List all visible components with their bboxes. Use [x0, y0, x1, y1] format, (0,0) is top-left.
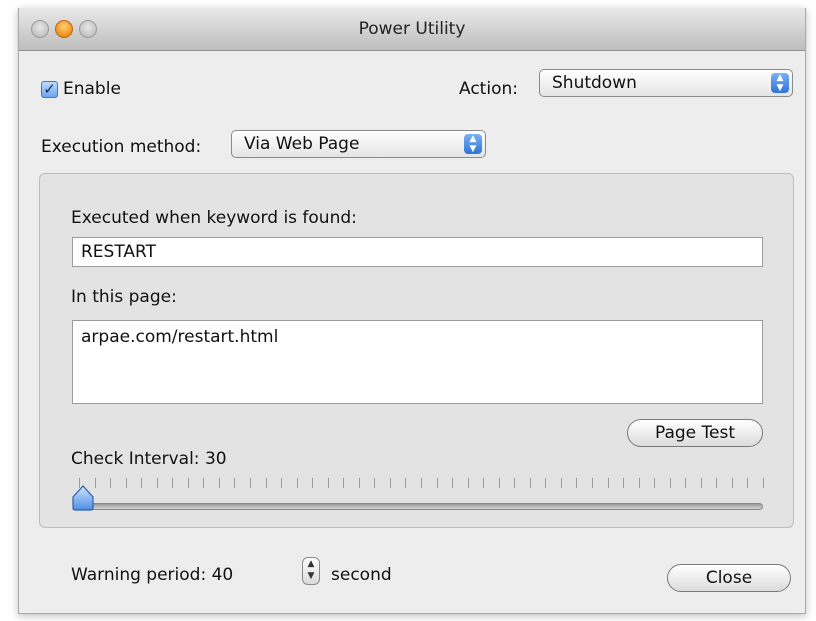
enable-label: Enable — [63, 79, 121, 99]
close-button[interactable]: Close — [667, 564, 791, 592]
slider-tick — [529, 478, 531, 488]
slider-tick — [156, 478, 158, 488]
slider-tick — [203, 478, 205, 488]
execution-method-value: Via Web Page — [244, 134, 360, 154]
check-interval-caption: Check Interval: — [71, 449, 200, 469]
slider-tick — [467, 478, 469, 488]
slider-tick — [296, 478, 298, 488]
slider-tick — [607, 478, 609, 488]
slider-tick — [358, 478, 360, 488]
warning-period-label: Warning period: 40 — [71, 565, 233, 585]
slider-tick — [343, 478, 345, 488]
action-popup[interactable]: Shutdown ▲ ▼ — [539, 69, 793, 97]
slider-tick — [545, 478, 547, 488]
page-test-button[interactable]: Page Test — [627, 419, 763, 447]
slider-tick — [218, 478, 220, 488]
action-value: Shutdown — [552, 73, 637, 93]
execution-method-label: Execution method: — [41, 137, 202, 157]
slider-tick — [281, 478, 283, 488]
warning-period-value: 40 — [211, 565, 234, 585]
stepper-arrows-icon[interactable]: ▲ ▼ — [302, 557, 320, 585]
slider-tick — [389, 478, 391, 488]
slider-ticks — [71, 478, 764, 492]
page-label: In this page: — [71, 287, 177, 307]
slider-tick — [716, 478, 718, 488]
keyword-input[interactable]: RESTART — [72, 237, 763, 267]
slider-tick — [685, 478, 687, 488]
page-url-textarea[interactable]: arpae.com/restart.html — [72, 320, 763, 404]
slider-tick — [669, 478, 671, 488]
slider-tick — [514, 478, 516, 488]
slider-tick — [436, 478, 438, 488]
check-interval-slider-thumb[interactable] — [72, 485, 94, 511]
enable-checkbox[interactable]: ✓ — [41, 81, 58, 98]
slider-tick — [452, 478, 454, 488]
slider-tick — [560, 478, 562, 488]
slider-tick — [638, 478, 640, 488]
updown-arrows-icon: ▲ ▼ — [464, 134, 482, 154]
check-interval-value: 30 — [204, 449, 227, 469]
warning-period-unit: second — [331, 565, 392, 585]
title-bar: Power Utility — [19, 8, 805, 51]
slider-tick — [234, 478, 236, 488]
slider-tick — [623, 478, 625, 488]
slider-tick — [747, 478, 749, 488]
slider-tick — [763, 478, 764, 488]
window-title: Power Utility — [358, 19, 466, 39]
slider-tick — [110, 478, 112, 488]
slider-tick — [312, 478, 314, 488]
action-label: Action: — [459, 79, 518, 99]
keyword-label: Executed when keyword is found: — [71, 208, 357, 228]
slider-tick — [592, 478, 593, 488]
slider-tick — [731, 478, 733, 488]
check-interval-label: Check Interval: 30 — [71, 449, 227, 469]
slider-tick — [421, 478, 422, 488]
slider-tick — [250, 478, 251, 488]
checkmark-icon: ✓ — [43, 80, 56, 98]
check-interval-slider-track[interactable] — [79, 503, 763, 510]
slider-tick — [654, 478, 656, 488]
slider-tick — [265, 478, 267, 488]
slider-tick — [141, 478, 143, 488]
updown-arrows-icon: ▲ ▼ — [771, 73, 789, 93]
slider-tick — [374, 478, 376, 488]
slider-tick — [700, 478, 702, 488]
slider-tick — [187, 478, 189, 488]
slider-tick — [405, 478, 407, 488]
slider-tick — [483, 478, 485, 488]
slider-tick — [172, 478, 174, 488]
slider-tick — [498, 478, 500, 488]
slider-tick — [327, 478, 329, 488]
slider-tick — [94, 478, 96, 488]
power-utility-window: Power Utility ✓ Enable Action: Shutdown … — [18, 8, 806, 614]
slider-tick — [125, 478, 127, 488]
execution-method-popup[interactable]: Via Web Page ▲ ▼ — [231, 130, 486, 158]
slider-tick — [576, 478, 578, 488]
warning-period-caption: Warning period: — [71, 565, 207, 585]
